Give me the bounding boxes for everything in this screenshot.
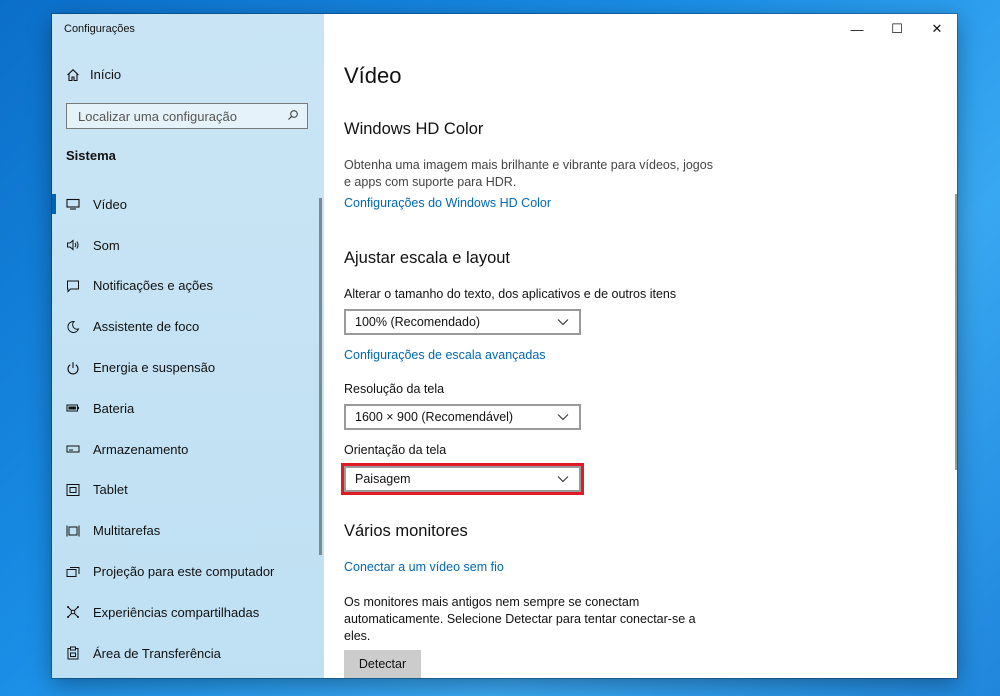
projection-icon bbox=[66, 565, 80, 579]
home-link[interactable]: Início bbox=[66, 67, 121, 82]
resolution-label: Resolução da tela bbox=[344, 382, 445, 396]
sidebar-item-label: Energia e suspensão bbox=[93, 360, 216, 376]
speaker-icon bbox=[66, 238, 80, 252]
sidebar-item-sound[interactable]: Som bbox=[52, 225, 324, 266]
sidebar-nav: Vídeo Som Notificações e ações Assistent… bbox=[52, 184, 324, 674]
resolution-dropdown[interactable]: 1600 × 900 (Recomendável) bbox=[344, 404, 581, 430]
hdr-description-line-2: e apps com suporte para HDR. bbox=[344, 175, 517, 189]
sidebar-item-label: Assistente de foco bbox=[93, 319, 200, 335]
settings-window: Configurações Início Sistema Vídeo Som bbox=[52, 14, 957, 678]
storage-icon bbox=[66, 442, 80, 456]
text-size-label: Alterar o tamanho do texto, dos aplicati… bbox=[344, 287, 677, 301]
sidebar-item-label: Bateria bbox=[93, 400, 135, 416]
power-icon bbox=[66, 361, 80, 375]
moon-icon bbox=[66, 320, 80, 334]
close-button[interactable]: ✕ bbox=[917, 14, 957, 44]
sidebar-item-battery[interactable]: Bateria bbox=[52, 388, 324, 429]
sidebar-item-label: Projeção para este computador bbox=[93, 564, 275, 580]
sidebar-item-projection[interactable]: Projeção para este computador bbox=[52, 551, 324, 592]
window-controls: — ☐ ✕ bbox=[837, 14, 957, 44]
hdr-settings-link[interactable]: Configurações do Windows HD Color bbox=[344, 196, 551, 210]
hdr-heading: Windows HD Color bbox=[344, 120, 484, 138]
hdr-description-line-1: Obtenha uma imagem mais brilhante e vibr… bbox=[344, 158, 713, 172]
sidebar-item-power[interactable]: Energia e suspensão bbox=[52, 347, 324, 388]
shared-icon bbox=[66, 605, 80, 619]
sidebar: Configurações Início Sistema Vídeo Som bbox=[52, 14, 324, 678]
scale-heading: Ajustar escala e layout bbox=[344, 249, 511, 267]
clipboard-icon bbox=[66, 646, 80, 660]
sidebar-item-multitasking[interactable]: Multitarefas bbox=[52, 510, 324, 551]
sidebar-item-notifications[interactable]: Notificações e ações bbox=[52, 266, 324, 307]
sidebar-item-video[interactable]: Vídeo bbox=[52, 184, 324, 225]
sidebar-item-label: Vídeo bbox=[93, 196, 127, 212]
sidebar-item-label: Área de Transferência bbox=[93, 645, 221, 661]
chevron-down-icon bbox=[557, 319, 569, 326]
advanced-scale-link[interactable]: Configurações de escala avançadas bbox=[344, 348, 546, 362]
search-input[interactable] bbox=[76, 107, 280, 125]
main-scrollbar[interactable] bbox=[955, 194, 957, 470]
wireless-display-link[interactable]: Conectar a um vídeo sem fio bbox=[344, 560, 504, 574]
sidebar-item-clipboard[interactable]: Área de Transferência bbox=[52, 633, 324, 674]
monitor-icon bbox=[66, 197, 80, 211]
sidebar-item-label: Experiências compartilhadas bbox=[93, 604, 260, 620]
monitors-description-line-1: Os monitores mais antigos nem sempre se … bbox=[344, 595, 640, 609]
window-title: Configurações bbox=[64, 23, 135, 35]
monitors-description-line-2: automaticamente. Selecione Detectar para… bbox=[344, 612, 696, 626]
notification-icon bbox=[66, 279, 80, 293]
dropdown-value: 100% (Recomendado) bbox=[355, 315, 481, 329]
battery-icon bbox=[66, 401, 80, 415]
search-icon[interactable] bbox=[287, 109, 299, 124]
section-title: Sistema bbox=[66, 148, 116, 163]
tablet-icon bbox=[66, 483, 80, 497]
monitors-description-line-3: eles. bbox=[344, 629, 371, 643]
sidebar-item-focus-assist[interactable]: Assistente de foco bbox=[52, 306, 324, 347]
sidebar-item-label: Notificações e ações bbox=[93, 278, 213, 294]
dropdown-value: 1600 × 900 (Recomendável) bbox=[355, 410, 514, 424]
sidebar-item-storage[interactable]: Armazenamento bbox=[52, 429, 324, 470]
sidebar-item-label: Som bbox=[93, 237, 120, 253]
sidebar-item-label: Armazenamento bbox=[93, 441, 189, 457]
maximize-button[interactable]: ☐ bbox=[877, 14, 917, 44]
minimize-button[interactable]: — bbox=[837, 14, 877, 44]
home-icon bbox=[66, 68, 80, 82]
sidebar-scrollbar[interactable] bbox=[319, 198, 322, 555]
search-box[interactable] bbox=[66, 103, 308, 129]
orientation-dropdown[interactable]: Paisagem bbox=[341, 463, 584, 495]
main-content: — ☐ ✕ Vídeo Windows HD Color Obtenha uma… bbox=[324, 14, 957, 678]
sidebar-item-tablet[interactable]: Tablet bbox=[52, 470, 324, 511]
sidebar-item-label: Multitarefas bbox=[93, 523, 161, 539]
chevron-down-icon bbox=[557, 476, 569, 483]
sidebar-item-shared-experiences[interactable]: Experiências compartilhadas bbox=[52, 592, 324, 633]
orientation-label: Orientação da tela bbox=[344, 443, 447, 457]
detect-button[interactable]: Detectar bbox=[344, 650, 421, 678]
monitors-heading: Vários monitores bbox=[344, 522, 468, 540]
dropdown-value: Paisagem bbox=[355, 472, 411, 486]
home-label: Início bbox=[90, 67, 122, 82]
chevron-down-icon bbox=[557, 414, 569, 421]
multitask-icon bbox=[66, 524, 80, 538]
sidebar-item-label: Tablet bbox=[93, 482, 128, 498]
text-size-dropdown[interactable]: 100% (Recomendado) bbox=[344, 309, 581, 335]
page-title: Vídeo bbox=[344, 63, 402, 88]
